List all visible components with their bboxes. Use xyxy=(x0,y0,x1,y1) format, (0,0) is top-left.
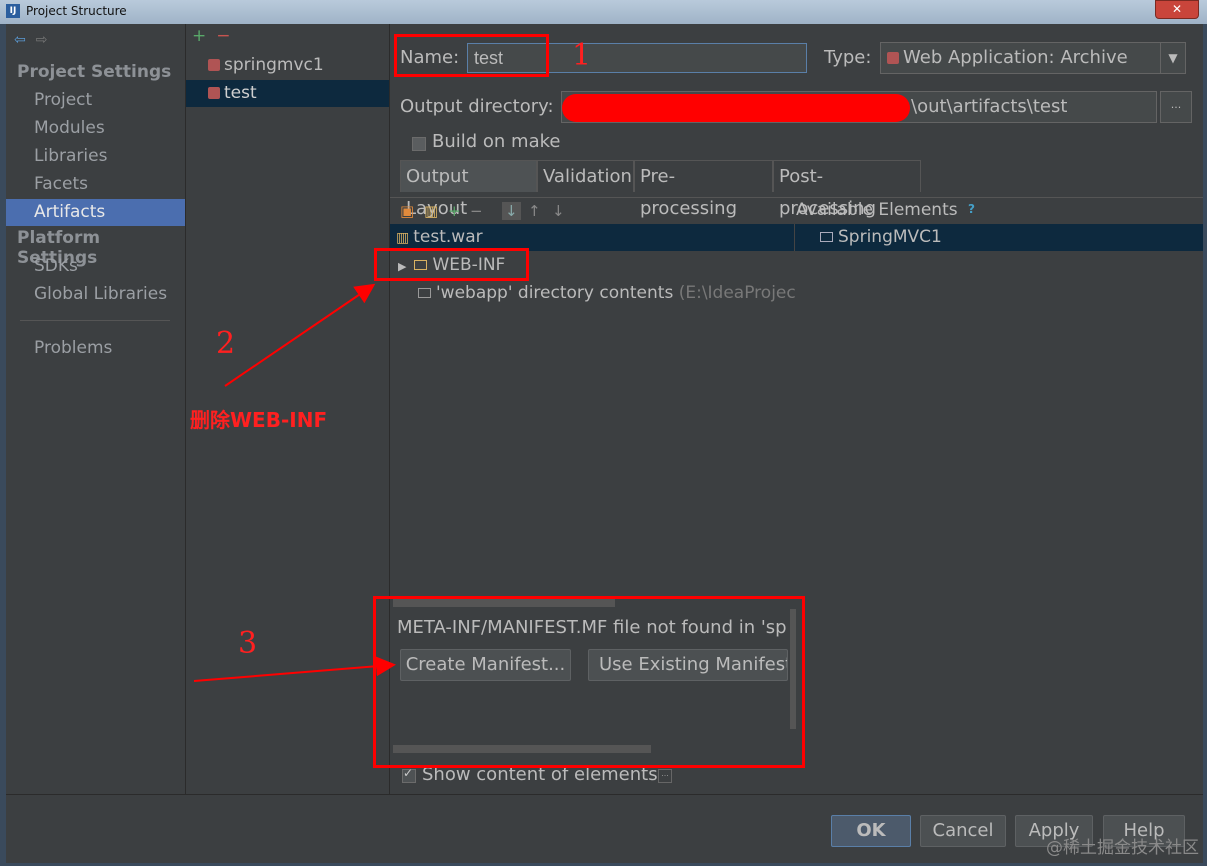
war-artifact-icon xyxy=(208,87,220,99)
intellij-app-icon: IJ xyxy=(6,4,20,18)
pane-divider xyxy=(794,224,795,251)
chevron-down-icon[interactable]: ▼ xyxy=(1160,43,1185,73)
artifact-label: springmvc1 xyxy=(224,55,324,75)
dialog-button-bar: OK Cancel Apply Help xyxy=(6,794,1203,863)
annotation-box-name xyxy=(394,34,549,77)
module-folder-icon xyxy=(820,232,833,242)
nav-item-project[interactable]: Project xyxy=(6,87,185,114)
tab-validation[interactable]: Validation xyxy=(537,160,634,192)
ok-button[interactable]: OK xyxy=(831,815,911,847)
redaction-scribble xyxy=(562,94,910,122)
show-content-options-button[interactable]: ... xyxy=(658,769,672,783)
type-select-value: Web Application: Archive xyxy=(903,47,1128,68)
nav-arrows: ⇦ ⇨ xyxy=(14,32,57,48)
window-title: Project Structure xyxy=(26,4,127,18)
add-element-icon[interactable]: + xyxy=(448,202,461,220)
layout-toolbar: ▣ ▥ + − ↓ ↑ ↓ Available Elements ? xyxy=(390,197,1203,225)
annotation-number-3: 3 xyxy=(238,626,258,661)
tree-root-label: test.war xyxy=(413,227,483,247)
output-directory-value: \out\artifacts\test xyxy=(911,96,1068,117)
war-file-icon: ▥ xyxy=(396,230,410,246)
nav-item-global-libraries[interactable]: Global Libraries xyxy=(6,281,185,308)
nav-item-facets[interactable]: Facets xyxy=(6,171,185,198)
build-on-make-label: Build on make xyxy=(432,131,561,152)
settings-nav-panel: ⇦ ⇨ Project Settings Project Modules Libr… xyxy=(6,24,186,794)
annotation-delete-web-inf-text: 删除WEB-INF xyxy=(190,408,328,432)
available-elements-label: Available Elements xyxy=(796,200,958,220)
tab-post-processing[interactable]: Post-processing xyxy=(773,160,921,219)
annotation-number-1: 1 xyxy=(572,38,592,73)
war-artifact-icon xyxy=(208,59,220,71)
webapp-path: (E:\IdeaProjec xyxy=(678,283,796,303)
move-up-icon[interactable]: ↑ xyxy=(528,202,541,220)
type-select[interactable]: Web Application: Archive ▼ xyxy=(880,42,1186,74)
web-app-icon xyxy=(887,52,899,64)
sort-icon[interactable]: ↓ xyxy=(502,202,521,220)
new-folder-icon[interactable]: ▣ xyxy=(400,202,414,220)
watermark: @稀土掘金技术社区 xyxy=(1046,838,1199,858)
annotation-number-2: 2 xyxy=(216,326,236,361)
output-directory-label: Output directory: xyxy=(400,96,554,117)
artifact-label: test xyxy=(224,83,257,103)
nav-item-artifacts[interactable]: Artifacts xyxy=(6,199,185,226)
directory-contents-icon xyxy=(418,288,431,298)
webapp-label: 'webapp' directory contents xyxy=(436,283,674,303)
available-element-label: SpringMVC1 xyxy=(838,227,942,247)
available-element-springmvc1[interactable]: SpringMVC1 xyxy=(820,224,942,251)
type-label: Type: xyxy=(824,47,872,68)
nav-item-problems[interactable]: Problems xyxy=(6,335,185,362)
title-bar: IJ Project Structure ✕ xyxy=(0,0,1207,24)
project-settings-header: Project Settings xyxy=(17,62,172,82)
nav-item-sdks[interactable]: SDKs xyxy=(6,253,185,280)
nav-item-libraries[interactable]: Libraries xyxy=(6,143,185,170)
window-close-button[interactable]: ✕ xyxy=(1155,0,1199,19)
forward-arrow-icon[interactable]: ⇨ xyxy=(36,32,48,48)
move-down-icon[interactable]: ↓ xyxy=(552,202,565,220)
annotation-box-manifest xyxy=(373,596,805,768)
selected-row-highlight xyxy=(390,224,1203,251)
back-arrow-icon[interactable]: ⇦ xyxy=(14,32,26,48)
cancel-button[interactable]: Cancel xyxy=(920,815,1006,847)
show-content-checkbox[interactable]: ✓ xyxy=(402,766,416,783)
nav-divider xyxy=(20,320,170,321)
remove-element-icon[interactable]: − xyxy=(470,202,483,220)
build-on-make-checkbox[interactable] xyxy=(412,137,426,151)
help-icon[interactable]: ? xyxy=(968,202,975,216)
tree-item-webapp-contents[interactable]: 'webapp' directory contents (E:\IdeaProj… xyxy=(418,280,796,307)
browse-button[interactable]: ... xyxy=(1160,91,1192,123)
archive-icon[interactable]: ▥ xyxy=(424,202,438,220)
tab-output-layout[interactable]: Output Layout xyxy=(400,160,537,219)
add-artifact-icon[interactable]: + xyxy=(192,26,206,46)
artifact-toolbar: + − xyxy=(192,26,231,46)
annotation-box-web-inf xyxy=(374,248,529,281)
tab-pre-processing[interactable]: Pre-processing xyxy=(634,160,773,219)
remove-artifact-icon[interactable]: − xyxy=(216,26,230,46)
nav-item-modules[interactable]: Modules xyxy=(6,115,185,142)
artifact-item-test[interactable]: test xyxy=(186,80,389,107)
artifact-item-springmvc1[interactable]: springmvc1 xyxy=(186,52,389,79)
tree-root-test-war[interactable]: ▥ test.war xyxy=(396,224,483,251)
